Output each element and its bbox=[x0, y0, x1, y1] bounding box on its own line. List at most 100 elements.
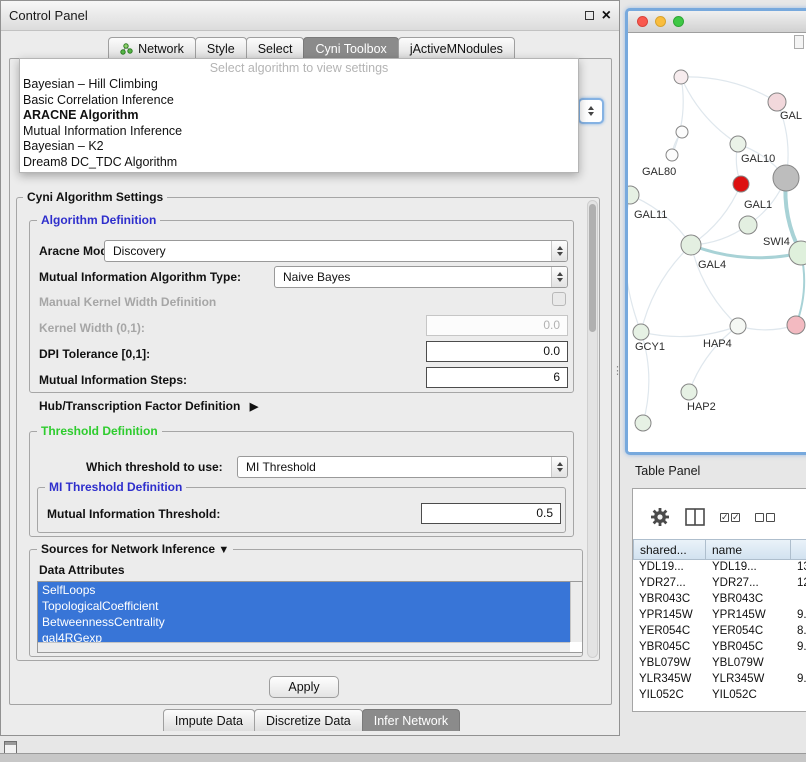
algorithm-option[interactable]: Mutual Information Inference bbox=[20, 124, 578, 140]
network-node[interactable] bbox=[730, 318, 746, 334]
table-column-header[interactable] bbox=[791, 539, 806, 560]
table-column-header[interactable]: name bbox=[706, 539, 791, 560]
combobox-stepper-icon bbox=[583, 100, 599, 122]
network-node[interactable] bbox=[674, 70, 688, 84]
table-cell: YLR345W bbox=[706, 672, 791, 688]
data-attribute-item[interactable]: SelfLoops bbox=[38, 582, 570, 598]
network-node[interactable] bbox=[739, 216, 757, 234]
network-node[interactable] bbox=[676, 126, 688, 138]
table-cell: YER054C bbox=[633, 624, 706, 640]
table-cell: YBR045C bbox=[633, 640, 706, 656]
attributes-list-hscrollbar[interactable] bbox=[38, 642, 570, 652]
algorithm-option[interactable]: ARACNE Algorithm bbox=[20, 108, 578, 124]
table-cell: YLR345W bbox=[633, 672, 706, 688]
float-panel-icon[interactable] bbox=[585, 11, 594, 20]
network-edge[interactable] bbox=[641, 326, 738, 337]
panel-splitter-handle[interactable]: ⋮ bbox=[612, 364, 623, 377]
table-row[interactable]: YDL19...YDL19...13 bbox=[633, 560, 806, 576]
algorithm-option[interactable]: Bayesian – K2 bbox=[20, 139, 578, 155]
network-node[interactable] bbox=[681, 235, 701, 255]
data-attributes-list[interactable]: SelfLoopsTopologicalCoefficientBetweenne… bbox=[37, 581, 583, 653]
hub-section-toggle[interactable]: Hub/Transcription Factor Definition ▶ bbox=[39, 399, 258, 413]
network-node[interactable] bbox=[787, 316, 805, 334]
canvas-scrollbar-corner[interactable] bbox=[794, 35, 804, 49]
table-row[interactable]: YER054CYER054C8. bbox=[633, 624, 806, 640]
tab-select[interactable]: Select bbox=[246, 37, 305, 59]
tab-network[interactable]: Network bbox=[108, 37, 196, 59]
network-edge[interactable] bbox=[641, 245, 691, 332]
network-node[interactable] bbox=[666, 149, 678, 161]
manual-kernel-checkbox[interactable] bbox=[552, 292, 566, 306]
table-row[interactable]: YDR27...YDR27...12 bbox=[633, 576, 806, 592]
mi-threshold-label: Mutual Information Threshold: bbox=[47, 507, 220, 521]
mi-threshold-field[interactable]: 0.5 bbox=[421, 503, 561, 524]
network-node[interactable] bbox=[635, 415, 651, 431]
network-edge[interactable] bbox=[691, 245, 738, 326]
network-edge[interactable] bbox=[672, 77, 683, 155]
kernel-width-field[interactable]: 0.0 bbox=[426, 315, 568, 336]
window-close-icon[interactable] bbox=[637, 16, 648, 27]
algorithm-combobox[interactable] bbox=[578, 98, 604, 124]
tab-style[interactable]: Style bbox=[195, 37, 247, 59]
settings-group-title: Cyni Algorithm Settings bbox=[23, 190, 167, 204]
aracne-mode-select[interactable]: Discovery bbox=[104, 240, 568, 262]
table-row[interactable]: YLR345WYLR345W9. bbox=[633, 672, 806, 688]
network-window-titlebar[interactable] bbox=[628, 11, 806, 33]
tab-discretize-data[interactable]: Discretize Data bbox=[254, 709, 363, 731]
settings-scrollbar[interactable] bbox=[587, 200, 598, 658]
network-node[interactable] bbox=[628, 186, 639, 204]
table-row[interactable]: YBR045CYBR045C9. bbox=[633, 640, 806, 656]
dpi-tolerance-field[interactable]: 0.0 bbox=[426, 341, 568, 362]
network-edge[interactable] bbox=[691, 184, 741, 245]
show-columns-icon[interactable] bbox=[685, 508, 705, 526]
network-node[interactable] bbox=[633, 324, 649, 340]
mi-steps-field[interactable]: 6 bbox=[426, 367, 568, 388]
table-body: YDL19...YDL19...13YDR27...YDR27...12YBR0… bbox=[633, 560, 806, 704]
data-attribute-item[interactable]: TopologicalCoefficient bbox=[38, 598, 570, 614]
table-cell: YBL079W bbox=[633, 656, 706, 672]
table-row[interactable]: YBR043CYBR043C bbox=[633, 592, 806, 608]
network-canvas[interactable]: GALGAL80GAL10GAL11GAL1SWI4GAL4GCY1HAP4HA… bbox=[628, 33, 806, 451]
network-node[interactable] bbox=[733, 176, 749, 192]
algorithm-option[interactable]: Basic Correlation Inference bbox=[20, 93, 578, 109]
network-node[interactable] bbox=[768, 93, 786, 111]
tab-jactivemnodules[interactable]: jActiveMNodules bbox=[398, 37, 515, 59]
algorithm-option[interactable]: Bayesian – Hill Climbing bbox=[20, 77, 578, 93]
deselect-all-columns-icon[interactable] bbox=[755, 513, 775, 522]
algorithm-dropdown-list: Bayesian – Hill ClimbingBasic Correlatio… bbox=[20, 77, 578, 170]
network-node[interactable] bbox=[773, 165, 799, 191]
algorithm-option[interactable]: Dream8 DC_TDC Algorithm bbox=[20, 155, 578, 171]
window-minimize-icon[interactable] bbox=[655, 16, 666, 27]
data-attribute-item[interactable]: gal4RGexp bbox=[38, 630, 570, 642]
expanded-arrow-icon: ▼ bbox=[218, 544, 229, 556]
tab-impute-data[interactable]: Impute Data bbox=[163, 709, 255, 731]
network-node[interactable] bbox=[789, 241, 806, 265]
node-label: SWI4 bbox=[763, 236, 790, 248]
mi-algorithm-type-select[interactable]: Naive Bayes bbox=[274, 266, 568, 288]
close-panel-icon[interactable]: × bbox=[602, 9, 611, 23]
select-all-columns-icon[interactable]: ✓✓ bbox=[720, 513, 740, 522]
network-edge[interactable] bbox=[681, 77, 777, 102]
table-cell: 9. bbox=[791, 608, 806, 624]
aracne-mode-value: Discovery bbox=[113, 244, 166, 258]
table-column-header[interactable]: shared... bbox=[633, 539, 706, 560]
tab-cyni-toolbox[interactable]: Cyni Toolbox bbox=[303, 37, 398, 59]
network-node[interactable] bbox=[681, 384, 697, 400]
gear-icon[interactable] bbox=[650, 507, 670, 527]
network-node[interactable] bbox=[730, 136, 746, 152]
table-row[interactable]: YBL079WYBL079W bbox=[633, 656, 806, 672]
which-threshold-select[interactable]: MI Threshold bbox=[237, 456, 568, 478]
table-row[interactable]: YIL052CYIL052C bbox=[633, 688, 806, 704]
table-cell: YBL079W bbox=[706, 656, 791, 672]
apply-button[interactable]: Apply bbox=[269, 676, 339, 698]
node-label: GAL80 bbox=[642, 166, 676, 178]
tab-infer-network[interactable]: Infer Network bbox=[362, 709, 460, 731]
settings-scrollbar-thumb[interactable] bbox=[589, 204, 596, 332]
sources-group-title[interactable]: Sources for Network Inference ▼ bbox=[37, 542, 233, 556]
data-attribute-item[interactable]: BetweennessCentrality bbox=[38, 614, 570, 630]
window-zoom-icon[interactable] bbox=[673, 16, 684, 27]
tab-label: Network bbox=[138, 42, 184, 56]
attributes-list-vscrollbar[interactable] bbox=[570, 582, 582, 642]
table-row[interactable]: YPR145WYPR145W9. bbox=[633, 608, 806, 624]
network-edge[interactable] bbox=[681, 77, 738, 144]
